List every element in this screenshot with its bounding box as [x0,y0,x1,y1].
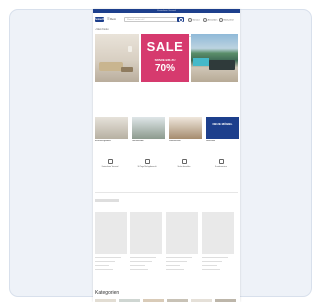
category-label[interactable]: Gartenmöbel [132,140,165,143]
search-placeholder: Wonach suchst du? [127,19,145,21]
product-text-line [130,265,145,266]
product-text-line [95,265,109,266]
category-tile-neuheiten[interactable]: NEUE MÖBEL [206,117,239,139]
pool-shape [193,58,209,66]
breadcrumb[interactable]: ‹ Mein Konto [95,28,109,31]
return-icon [144,159,150,164]
sale-subtitle: SPARE BIS ZU [154,58,176,62]
user-icon [203,18,207,22]
product-text-line [166,261,187,262]
sale-percent: 70% [154,63,175,74]
hero-image-garden[interactable] [191,34,238,82]
sale-title: SALE [146,39,184,54]
product-text-line [202,265,217,266]
product-text-line [130,261,152,262]
usp-text: Kundenservice [215,166,227,168]
headset-icon [218,159,224,164]
product-text-line [166,269,184,270]
category-tile-wohnzimmer[interactable] [169,117,202,139]
header-link-login[interactable]: Anmelden [203,18,217,23]
product-text-line [202,269,220,270]
truck-icon [107,159,113,164]
header-link-service[interactable]: Service [188,18,200,23]
categories-heading: Kategorien [95,290,120,296]
product-text-line [95,269,113,270]
product-image-placeholder[interactable] [130,212,162,254]
lamp-shape [128,46,132,52]
menu-label[interactable]: Menü [110,18,116,21]
section-divider [95,192,238,193]
header-link-wishlist[interactable]: Merkzettel [219,18,234,23]
category-label[interactable]: Einrichtungsideen [95,140,128,143]
usp-item: Kostenloser Versand [95,159,125,168]
category-tile-gartenmoebel[interactable] [132,117,165,139]
product-text-line [130,269,148,270]
hero-image-living-room[interactable] [95,34,139,82]
product-image-placeholder[interactable] [95,212,127,254]
product-text-line [95,261,115,262]
product-text-line [166,265,180,266]
product-text-line [202,261,222,262]
site-header: home24 ☰ Menü Wonach suchst du? Service … [93,13,240,27]
category-label[interactable]: Wohnzimmer [169,140,202,143]
product-text-line [202,257,228,258]
lock-icon [181,159,187,164]
category-tile-einrichtungsideen[interactable] [95,117,128,139]
sub-navigation [167,28,239,38]
search-icon [178,17,183,22]
search-button[interactable] [177,17,184,22]
product-text-line [130,257,156,258]
site-logo[interactable]: home24 [95,17,104,22]
search-input[interactable]: Wonach suchst du? [124,17,178,22]
product-text-line [95,257,121,258]
category-label[interactable]: Neuheiten [206,140,239,143]
webpage-screenshot: Kostenloser Versand home24 ☰ Menü Wonach… [93,9,240,302]
usp-text: Sicher bezahlen [177,166,191,168]
usp-item: Kundenservice [206,159,236,168]
section-heading-placeholder [95,199,119,202]
usp-text: 30 Tage Rückgaberecht [137,166,157,168]
product-image-placeholder[interactable] [166,212,198,254]
product-image-placeholder[interactable] [202,212,234,254]
service-icon [188,18,192,22]
sale-banner[interactable]: SALE SPARE BIS ZU 70% [141,34,189,82]
usp-item: Sicher bezahlen [169,159,199,168]
heart-icon [219,18,223,22]
usp-item: 30 Tage Rückgaberecht [132,159,162,168]
garden-furniture-shape [209,60,235,70]
table-shape [121,67,133,72]
product-text-line [166,257,192,258]
usp-text: Kostenloser Versand [101,166,119,168]
sofa-shape [99,62,123,71]
